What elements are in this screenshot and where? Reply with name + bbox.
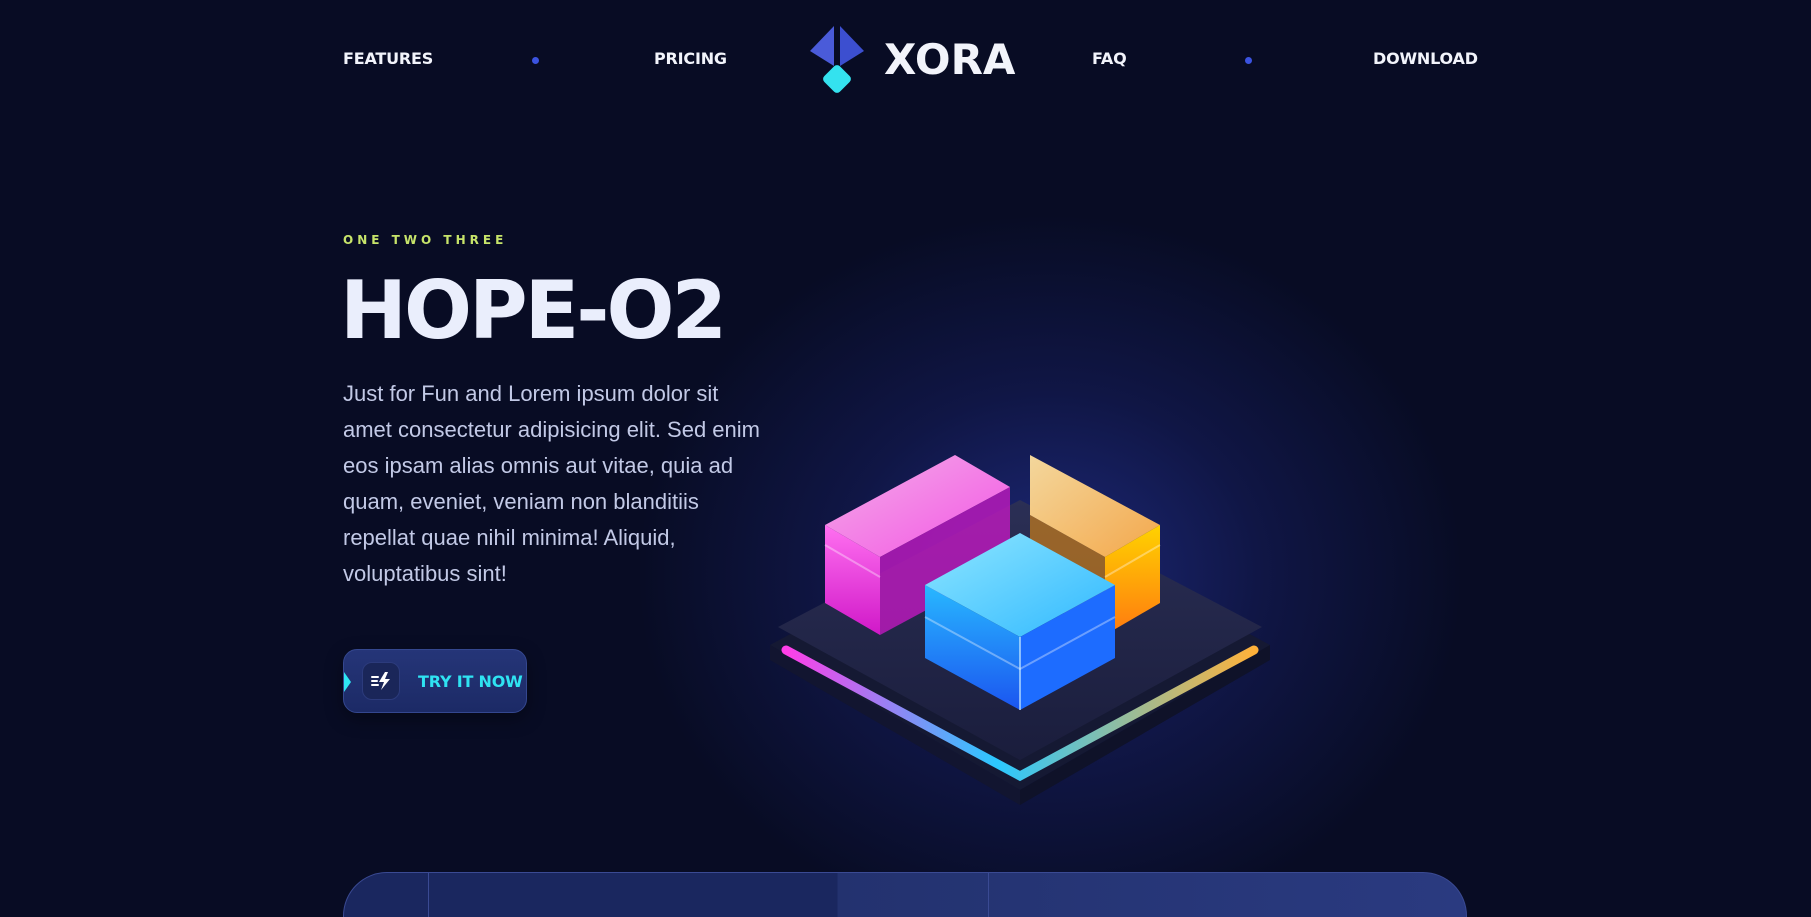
logo[interactable]: XORA bbox=[804, 24, 1015, 94]
nav-link-pricing[interactable]: PRICING bbox=[654, 49, 727, 68]
try-it-now-button[interactable]: TRY IT NOW bbox=[343, 649, 527, 713]
bottom-feature-card bbox=[343, 872, 1467, 917]
card-divider bbox=[988, 873, 989, 917]
top-navigation: FEATURES PRICING XORA FAQ DOWNLOAD bbox=[0, 0, 1811, 120]
logo-text: XORA bbox=[884, 34, 1016, 84]
card-divider bbox=[428, 873, 429, 917]
nav-separator-dot bbox=[532, 57, 539, 64]
diamond-logo-icon bbox=[810, 26, 864, 93]
lightning-bolt-icon bbox=[362, 662, 400, 700]
nav-link-download[interactable]: DOWNLOAD bbox=[1373, 49, 1478, 68]
cta-notch bbox=[344, 672, 351, 692]
hero-eyebrow: ONE TWO THREE bbox=[343, 233, 508, 247]
nav-separator-dot bbox=[1245, 57, 1252, 64]
nav-link-faq[interactable]: FAQ bbox=[1092, 49, 1127, 68]
hero-title: HOPE-O2 bbox=[340, 264, 727, 357]
glowing-module-platform-illustration bbox=[770, 455, 1270, 805]
hero-description: Just for Fun and Lorem ipsum dolor sit a… bbox=[343, 381, 760, 586]
nav-link-features[interactable]: FEATURES bbox=[343, 49, 433, 68]
cta-label: TRY IT NOW bbox=[418, 671, 523, 691]
